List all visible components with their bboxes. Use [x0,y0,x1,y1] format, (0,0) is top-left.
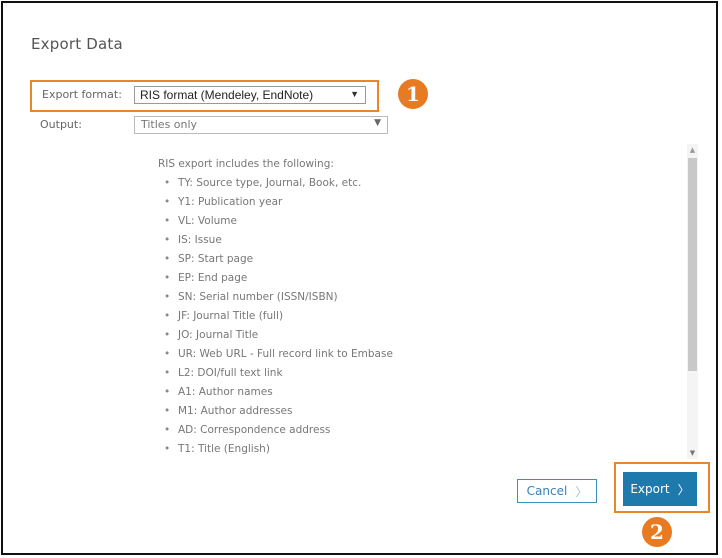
list-item: EP: End page [146,269,686,288]
list-item: T1: Title (English) [146,440,686,459]
scroll-thumb[interactable] [688,158,697,371]
export-button[interactable]: Export 〉 [623,472,697,506]
list-item: JO: Journal Title [146,326,686,345]
list-item: M1: Author addresses [146,402,686,421]
info-scrollbar[interactable]: ▲ ▼ [687,144,698,459]
scroll-down-icon[interactable]: ▼ [687,447,698,459]
chevron-right-icon: 〉 [677,482,690,497]
chevron-down-icon: ▼ [350,89,359,99]
export-format-label: Export format: [42,88,122,101]
chevron-right-icon: 〉 [575,484,588,499]
export-button-label: Export [630,482,670,496]
step-2-badge: 2 [642,517,672,547]
list-item: TY: Source type, Journal, Book, etc. [146,174,686,193]
info-field-list: TY: Source type, Journal, Book, etc. Y1:… [146,174,686,459]
scroll-up-icon[interactable]: ▲ [687,144,698,156]
list-item: VL: Volume [146,212,686,231]
list-item: SN: Serial number (ISSN/ISBN) [146,288,686,307]
output-value: Titles only [141,118,198,131]
output-label: Output: [40,118,82,131]
list-item: AD: Correspondence address [146,421,686,440]
export-format-select[interactable]: RIS format (Mendeley, EndNote) ▼ [134,86,366,104]
export-format-value: RIS format (Mendeley, EndNote) [140,88,314,102]
cancel-button-label: Cancel [526,484,568,498]
list-item: L2: DOI/full text link [146,364,686,383]
chevron-down-icon: ▼ [374,118,381,128]
list-item: UR: Web URL - Full record link to Embase [146,345,686,364]
list-item: A1: Author names [146,383,686,402]
dialog-title: Export Data [31,35,123,53]
info-intro: RIS export includes the following: [158,158,334,170]
list-item: IS: Issue [146,231,686,250]
cancel-button[interactable]: Cancel 〉 [517,479,597,503]
list-item: SP: Start page [146,250,686,269]
list-item: JF: Journal Title (full) [146,307,686,326]
export-info-panel: RIS export includes the following: TY: S… [146,155,686,460]
list-item: Y1: Publication year [146,193,686,212]
output-select[interactable]: Titles only ▼ [134,116,388,134]
step-1-badge: 1 [398,79,428,109]
